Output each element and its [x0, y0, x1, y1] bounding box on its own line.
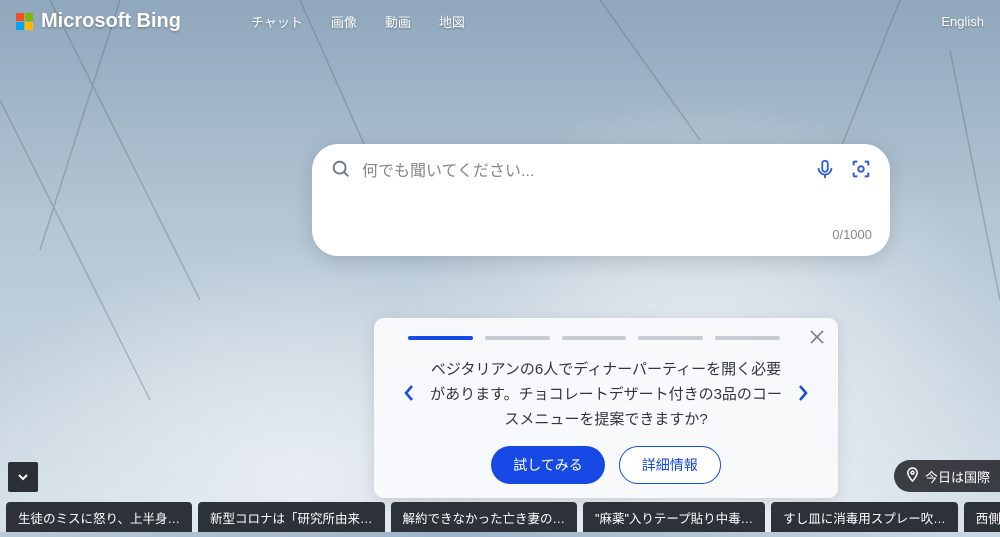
expand-panel-button[interactable] — [8, 462, 38, 492]
microsoft-logo-icon — [16, 13, 33, 30]
progress-segment — [638, 336, 703, 340]
news-item[interactable]: すし皿に消毒用スプレー吹… — [771, 502, 958, 532]
top-nav: チャット 画像 動画 地図 — [251, 12, 465, 31]
suggestion-text: ベジタリアンの6人でディナーパーティーを開く必要があります。チョコレートデザート… — [426, 358, 786, 432]
image-info-text: 今日は国際 — [925, 467, 990, 486]
news-item[interactable]: 生徒のミスに怒り、上半身… — [6, 502, 192, 532]
location-pin-icon — [906, 467, 919, 485]
news-item[interactable]: "麻薬"入りテープ貼り中毒… — [583, 502, 765, 532]
progress-segment — [408, 336, 473, 340]
news-ticker: 生徒のミスに怒り、上半身… 新型コロナは「研究所由来… 解約できなかった亡き妻の… — [0, 502, 1000, 532]
header-bar: Microsoft Bing チャット 画像 動画 地図 English — [0, 0, 1000, 42]
brand-text: Microsoft Bing — [41, 10, 181, 33]
news-item[interactable]: 西側、 — [964, 502, 1000, 532]
progress-segment — [715, 336, 780, 340]
chevron-right-icon[interactable] — [792, 380, 814, 411]
character-counter: 0/1000 — [330, 227, 872, 242]
carousel-progress — [398, 336, 814, 340]
brand-logo[interactable]: Microsoft Bing — [16, 10, 181, 33]
nav-images[interactable]: 画像 — [331, 12, 357, 31]
search-box: 0/1000 — [312, 144, 890, 256]
search-icon — [330, 158, 352, 185]
progress-segment — [562, 336, 627, 340]
news-item[interactable]: 新型コロナは「研究所由来… — [198, 502, 385, 532]
nav-video[interactable]: 動画 — [385, 12, 411, 31]
try-button[interactable]: 試してみる — [491, 446, 605, 484]
nav-chat[interactable]: チャット — [251, 12, 303, 31]
language-switch[interactable]: English — [941, 14, 984, 29]
image-search-icon[interactable] — [850, 158, 872, 185]
microphone-icon[interactable] — [814, 158, 836, 185]
more-info-button[interactable]: 詳細情報 — [619, 446, 721, 484]
nav-maps[interactable]: 地図 — [439, 12, 465, 31]
news-item[interactable]: 解約できなかった亡き妻の… — [391, 502, 578, 532]
suggestion-card: ベジタリアンの6人でディナーパーティーを開く必要があります。チョコレートデザート… — [374, 318, 838, 498]
progress-segment — [485, 336, 550, 340]
search-input[interactable] — [362, 163, 804, 181]
image-info-badge[interactable]: 今日は国際 — [894, 460, 1000, 492]
chevron-left-icon[interactable] — [398, 380, 420, 411]
close-icon[interactable] — [810, 330, 824, 349]
